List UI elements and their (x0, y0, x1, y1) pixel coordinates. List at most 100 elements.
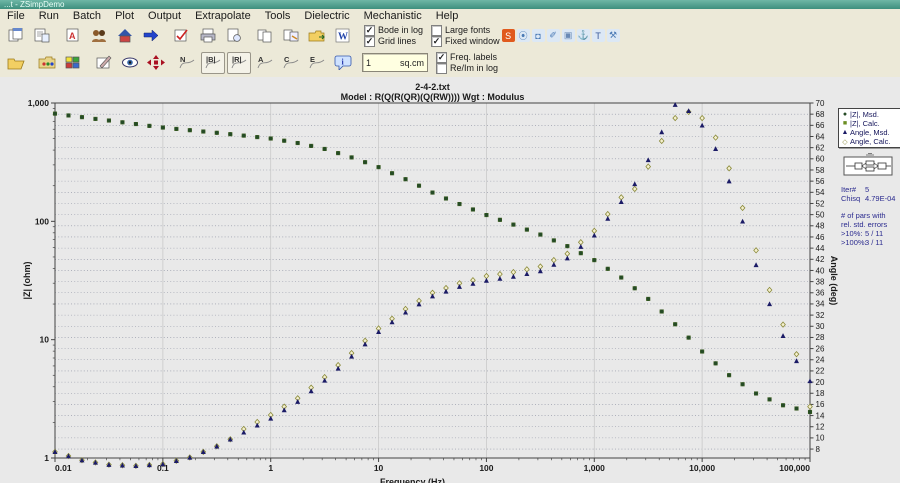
options-column-3: ✓ Freq. labels Re/Im in log (436, 51, 499, 74)
fit-statistics: Iter# 5 Chisq 4.79E-04 # of pars with rel. st… (841, 185, 899, 247)
menu-tools[interactable]: Tools (258, 9, 298, 23)
textfile-button[interactable]: A (61, 25, 85, 47)
checkbox-fixed-window[interactable]: ✓ Fixed window (431, 35, 500, 47)
pin-icon[interactable]: ⦿ (516, 29, 530, 42)
wrench-icon[interactable]: ⚒ (606, 29, 620, 42)
svg-text:E: E (310, 55, 315, 64)
menu-extrapolate[interactable]: Extrapolate (188, 9, 258, 23)
checkbox-label: Re/Im in log (450, 63, 499, 73)
plot-type-button-N[interactable]: N (175, 52, 199, 74)
svg-text:|R|: |R| (232, 55, 242, 64)
checkbox-box[interactable]: ✓ (364, 35, 375, 47)
info-button[interactable]: i (331, 52, 355, 74)
svg-text:60: 60 (816, 155, 825, 164)
svg-text:N: N (180, 55, 185, 64)
s-logo[interactable]: S (501, 29, 515, 42)
checkbox-box[interactable]: ✓ (364, 24, 375, 36)
svg-text:44: 44 (816, 244, 825, 253)
checkbox-box[interactable]: ✓ (431, 35, 443, 47)
checkbox-bode-in-log[interactable]: ✓ Bode in log (364, 24, 423, 36)
area-value[interactable]: 1 (366, 58, 371, 68)
svg-text:0.01: 0.01 (55, 463, 72, 473)
checkbox-box[interactable] (436, 62, 447, 74)
checkbox-re-im-in-log[interactable]: Re/Im in log (436, 62, 499, 74)
svg-text:1: 1 (268, 463, 273, 473)
people-button[interactable] (87, 25, 111, 47)
legend-label: |Z|, Calc. (850, 119, 880, 128)
checkbox-box[interactable]: ✓ (436, 51, 447, 63)
area-unit-label: sq.cm (399, 57, 424, 68)
pen-icon[interactable]: ✐ (546, 29, 560, 42)
svg-text:70: 70 (816, 99, 825, 108)
stat-value: 3 / 11 (865, 238, 884, 247)
plot-type-button-R[interactable]: |R| (227, 51, 251, 74)
svg-text:26: 26 (816, 344, 825, 353)
home-button[interactable] (113, 25, 137, 47)
word-button[interactable]: W (331, 25, 355, 47)
svg-text:W: W (338, 32, 348, 43)
title-bar: ...t - ZSimpDemo (0, 0, 900, 9)
svg-text:64: 64 (816, 132, 825, 141)
svg-text:8: 8 (816, 445, 821, 454)
stat-error-row: >10%: 5 / 11 (841, 229, 899, 238)
legend-label: |Z|, Msd. (850, 110, 879, 119)
area-field[interactable]: 1 sq.cm (362, 53, 428, 72)
menu-help[interactable]: Help (429, 9, 466, 23)
svg-text:24: 24 (816, 356, 825, 365)
folder-palette-button[interactable] (35, 52, 59, 74)
plot-type-button-B[interactable]: |B| (201, 51, 225, 74)
svg-text:|Z| (ohm): |Z| (ohm) (22, 261, 32, 299)
plot-type-button-E[interactable]: E (305, 52, 329, 74)
checkbox-box[interactable] (431, 24, 443, 36)
svg-text:12: 12 (816, 423, 825, 432)
svg-text:48: 48 (816, 222, 825, 231)
stat-chisq: Chisq 4.79E-04 (841, 194, 899, 203)
edit-check-button[interactable] (170, 25, 194, 47)
menu-file[interactable]: File (0, 9, 32, 23)
svg-text:54: 54 (816, 188, 825, 197)
moon-icon[interactable]: ◘ (531, 29, 545, 42)
svg-text:66: 66 (816, 121, 825, 130)
menu-dielectric[interactable]: Dielectric (297, 9, 356, 23)
toolbar-separator (86, 54, 91, 72)
move-button[interactable] (144, 52, 168, 74)
checkbox-freq-labels[interactable]: ✓ Freq. labels (436, 51, 498, 63)
shirt-icon[interactable]: T (591, 29, 605, 42)
menu-plot[interactable]: Plot (108, 9, 141, 23)
checkbox-large-fonts[interactable]: Large fonts (431, 24, 500, 36)
sheets2-button[interactable] (30, 25, 54, 47)
screen-icon[interactable]: ▣ (561, 29, 575, 42)
menu-mechanistic[interactable]: Mechanistic (357, 9, 429, 23)
eye-button[interactable] (118, 52, 142, 74)
plot-type-button-C[interactable]: C (279, 52, 303, 74)
tiles-button[interactable] (61, 52, 85, 74)
open-folder-button[interactable] (4, 52, 28, 74)
toolbar-separator (55, 27, 60, 45)
print-preview-button[interactable] (222, 25, 246, 47)
copy-pages-button[interactable] (253, 25, 277, 47)
triangle-marker: ▲ (841, 129, 849, 136)
svg-text:62: 62 (816, 143, 825, 152)
svg-text:Angle (deg): Angle (deg) (829, 256, 839, 306)
toolbar-main: A W ✓ Bode in log ✓ Grid lines Large fonts ✓ Fix… (0, 23, 900, 49)
svg-text:10,000: 10,000 (689, 463, 715, 473)
diamond-marker: ◇ (842, 138, 848, 146)
checkbox-grid-lines[interactable]: ✓ Grid lines (364, 35, 423, 47)
menu-run[interactable]: Run (32, 9, 66, 23)
svg-text:10: 10 (816, 434, 825, 443)
stat-iter: Iter# 5 (841, 185, 899, 194)
sheets-button[interactable] (4, 25, 28, 47)
menu-output[interactable]: Output (141, 9, 188, 23)
copy-export-button[interactable] (279, 25, 303, 47)
plot-type-button-A[interactable]: A (253, 52, 277, 74)
anchor-icon[interactable]: ⚓ (576, 29, 590, 42)
legend-item: ■ |Z|, Calc. (841, 119, 899, 128)
stat-error-row: >100%: 3 / 11 (841, 238, 899, 247)
folder-export-button[interactable] (305, 25, 329, 47)
stat-label: Chisq (841, 194, 861, 203)
equivalent-circuit-thumbnail[interactable] (843, 153, 893, 179)
sign-button[interactable] (92, 52, 116, 74)
menu-batch[interactable]: Batch (66, 9, 108, 23)
print-button[interactable] (196, 25, 220, 47)
arrow-right-button[interactable] (139, 25, 163, 47)
